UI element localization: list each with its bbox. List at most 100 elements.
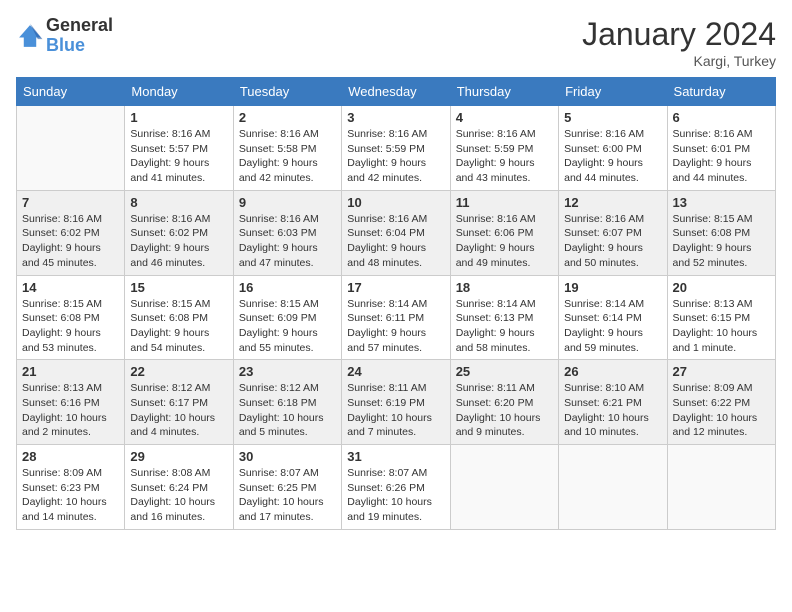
weekday-header-row: SundayMondayTuesdayWednesdayThursdayFrid… bbox=[17, 78, 776, 106]
logo-general: General bbox=[46, 16, 113, 36]
weekday-header-thursday: Thursday bbox=[450, 78, 558, 106]
calendar-cell: 16 Sunrise: 8:15 AM Sunset: 6:09 PM Dayli… bbox=[233, 275, 341, 360]
day-number: 30 bbox=[239, 449, 336, 464]
month-title: January 2024 bbox=[582, 16, 776, 53]
weekday-header-sunday: Sunday bbox=[17, 78, 125, 106]
calendar-cell: 14 Sunrise: 8:15 AM Sunset: 6:08 PM Dayli… bbox=[17, 275, 125, 360]
calendar-cell bbox=[667, 445, 775, 530]
calendar-cell bbox=[559, 445, 667, 530]
day-number: 18 bbox=[456, 280, 553, 295]
calendar-cell: 31 Sunrise: 8:07 AM Sunset: 6:26 PM Dayli… bbox=[342, 445, 450, 530]
calendar-cell: 10Sunrise: 8:16 AM Sunset: 6:04 PM Dayli… bbox=[342, 190, 450, 275]
calendar-cell: 13 Sunrise: 8:15 AM Sunset: 6:08 PM Dayli… bbox=[667, 190, 775, 275]
day-number: 8 bbox=[130, 195, 227, 210]
day-number: 3 bbox=[347, 110, 444, 125]
day-info: Sunrise: 8:16 AM Sunset: 5:59 PM Dayligh… bbox=[347, 127, 444, 186]
day-info: Sunrise: 8:15 AM Sunset: 6:08 PM Dayligh… bbox=[130, 297, 227, 356]
calendar-cell: 22 Sunrise: 8:12 AM Sunset: 6:17 PM Dayli… bbox=[125, 360, 233, 445]
title-block: January 2024 Kargi, Turkey bbox=[582, 16, 776, 69]
calendar-cell: 7 Sunrise: 8:16 AM Sunset: 6:02 PM Daylig… bbox=[17, 190, 125, 275]
day-info: Sunrise: 8:14 AM Sunset: 6:11 PM Dayligh… bbox=[347, 297, 444, 356]
calendar-cell: 23Sunrise: 8:12 AM Sunset: 6:18 PM Dayli… bbox=[233, 360, 341, 445]
day-info: Sunrise: 8:16 AM Sunset: 6:01 PM Dayligh… bbox=[673, 127, 770, 186]
day-number: 7 bbox=[22, 195, 119, 210]
day-number: 15 bbox=[130, 280, 227, 295]
day-number: 23 bbox=[239, 364, 336, 379]
calendar-cell: 2 Sunrise: 8:16 AM Sunset: 5:58 PM Daylig… bbox=[233, 106, 341, 191]
day-number: 27 bbox=[673, 364, 770, 379]
day-info: Sunrise: 8:10 AM Sunset: 6:21 PM Dayligh… bbox=[564, 381, 661, 440]
day-info: Sunrise: 8:09 AM Sunset: 6:22 PM Dayligh… bbox=[673, 381, 770, 440]
calendar-cell: 27 Sunrise: 8:09 AM Sunset: 6:22 PM Dayli… bbox=[667, 360, 775, 445]
calendar-cell: 6 Sunrise: 8:16 AM Sunset: 6:01 PM Daylig… bbox=[667, 106, 775, 191]
logo-text: General Blue bbox=[46, 16, 113, 56]
calendar-cell: 19Sunrise: 8:14 AM Sunset: 6:14 PM Dayli… bbox=[559, 275, 667, 360]
day-info: Sunrise: 8:16 AM Sunset: 6:02 PM Dayligh… bbox=[130, 212, 227, 271]
weekday-header-friday: Friday bbox=[559, 78, 667, 106]
calendar-cell: 21Sunrise: 8:13 AM Sunset: 6:16 PM Dayli… bbox=[17, 360, 125, 445]
calendar-cell: 8 Sunrise: 8:16 AM Sunset: 6:02 PM Daylig… bbox=[125, 190, 233, 275]
calendar-cell bbox=[17, 106, 125, 191]
logo: General Blue bbox=[16, 16, 113, 56]
day-info: Sunrise: 8:15 AM Sunset: 6:08 PM Dayligh… bbox=[673, 212, 770, 271]
day-number: 20 bbox=[673, 280, 770, 295]
calendar-week-5: 28 Sunrise: 8:09 AM Sunset: 6:23 PM Dayli… bbox=[17, 445, 776, 530]
calendar-cell: 4 Sunrise: 8:16 AM Sunset: 5:59 PM Daylig… bbox=[450, 106, 558, 191]
day-number: 6 bbox=[673, 110, 770, 125]
day-number: 29 bbox=[130, 449, 227, 464]
day-number: 24 bbox=[347, 364, 444, 379]
day-number: 28 bbox=[22, 449, 119, 464]
calendar-cell: 18 Sunrise: 8:14 AM Sunset: 6:13 PM Dayli… bbox=[450, 275, 558, 360]
weekday-header-wednesday: Wednesday bbox=[342, 78, 450, 106]
day-info: Sunrise: 8:16 AM Sunset: 6:02 PM Dayligh… bbox=[22, 212, 119, 271]
day-info: Sunrise: 8:16 AM Sunset: 5:59 PM Dayligh… bbox=[456, 127, 553, 186]
day-info: Sunrise: 8:14 AM Sunset: 6:13 PM Dayligh… bbox=[456, 297, 553, 356]
day-number: 9 bbox=[239, 195, 336, 210]
calendar-cell: 5Sunrise: 8:16 AM Sunset: 6:00 PM Daylig… bbox=[559, 106, 667, 191]
day-info: Sunrise: 8:16 AM Sunset: 5:57 PM Dayligh… bbox=[130, 127, 227, 186]
day-number: 17 bbox=[347, 280, 444, 295]
day-number: 5 bbox=[564, 110, 661, 125]
day-info: Sunrise: 8:16 AM Sunset: 6:07 PM Dayligh… bbox=[564, 212, 661, 271]
calendar-cell: 15 Sunrise: 8:15 AM Sunset: 6:08 PM Dayli… bbox=[125, 275, 233, 360]
day-number: 12 bbox=[564, 195, 661, 210]
day-number: 22 bbox=[130, 364, 227, 379]
day-info: Sunrise: 8:12 AM Sunset: 6:17 PM Dayligh… bbox=[130, 381, 227, 440]
calendar-cell: 28 Sunrise: 8:09 AM Sunset: 6:23 PM Dayli… bbox=[17, 445, 125, 530]
calendar: SundayMondayTuesdayWednesdayThursdayFrid… bbox=[16, 77, 776, 530]
day-number: 2 bbox=[239, 110, 336, 125]
calendar-cell: 1 Sunrise: 8:16 AM Sunset: 5:57 PM Daylig… bbox=[125, 106, 233, 191]
day-info: Sunrise: 8:09 AM Sunset: 6:23 PM Dayligh… bbox=[22, 466, 119, 525]
day-info: Sunrise: 8:16 AM Sunset: 6:03 PM Dayligh… bbox=[239, 212, 336, 271]
day-number: 4 bbox=[456, 110, 553, 125]
calendar-cell: 3 Sunrise: 8:16 AM Sunset: 5:59 PM Daylig… bbox=[342, 106, 450, 191]
day-info: Sunrise: 8:13 AM Sunset: 6:16 PM Dayligh… bbox=[22, 381, 119, 440]
calendar-week-2: 7 Sunrise: 8:16 AM Sunset: 6:02 PM Daylig… bbox=[17, 190, 776, 275]
calendar-week-1: 1 Sunrise: 8:16 AM Sunset: 5:57 PM Daylig… bbox=[17, 106, 776, 191]
weekday-header-tuesday: Tuesday bbox=[233, 78, 341, 106]
day-number: 31 bbox=[347, 449, 444, 464]
day-info: Sunrise: 8:13 AM Sunset: 6:15 PM Dayligh… bbox=[673, 297, 770, 356]
day-number: 25 bbox=[456, 364, 553, 379]
calendar-cell: 17 Sunrise: 8:14 AM Sunset: 6:11 PM Dayli… bbox=[342, 275, 450, 360]
day-number: 1 bbox=[130, 110, 227, 125]
calendar-cell: 30 Sunrise: 8:07 AM Sunset: 6:25 PM Dayli… bbox=[233, 445, 341, 530]
day-info: Sunrise: 8:07 AM Sunset: 6:26 PM Dayligh… bbox=[347, 466, 444, 525]
calendar-cell: 24Sunrise: 8:11 AM Sunset: 6:19 PM Dayli… bbox=[342, 360, 450, 445]
calendar-cell: 11Sunrise: 8:16 AM Sunset: 6:06 PM Dayli… bbox=[450, 190, 558, 275]
day-info: Sunrise: 8:11 AM Sunset: 6:20 PM Dayligh… bbox=[456, 381, 553, 440]
day-info: Sunrise: 8:15 AM Sunset: 6:09 PM Dayligh… bbox=[239, 297, 336, 356]
calendar-cell bbox=[450, 445, 558, 530]
weekday-header-saturday: Saturday bbox=[667, 78, 775, 106]
day-number: 16 bbox=[239, 280, 336, 295]
weekday-header-monday: Monday bbox=[125, 78, 233, 106]
day-info: Sunrise: 8:16 AM Sunset: 5:58 PM Dayligh… bbox=[239, 127, 336, 186]
day-number: 14 bbox=[22, 280, 119, 295]
calendar-cell: 29Sunrise: 8:08 AM Sunset: 6:24 PM Dayli… bbox=[125, 445, 233, 530]
day-info: Sunrise: 8:14 AM Sunset: 6:14 PM Dayligh… bbox=[564, 297, 661, 356]
day-number: 13 bbox=[673, 195, 770, 210]
day-number: 10 bbox=[347, 195, 444, 210]
page-header: General Blue January 2024 Kargi, Turkey bbox=[16, 16, 776, 69]
day-info: Sunrise: 8:15 AM Sunset: 6:08 PM Dayligh… bbox=[22, 297, 119, 356]
day-info: Sunrise: 8:07 AM Sunset: 6:25 PM Dayligh… bbox=[239, 466, 336, 525]
